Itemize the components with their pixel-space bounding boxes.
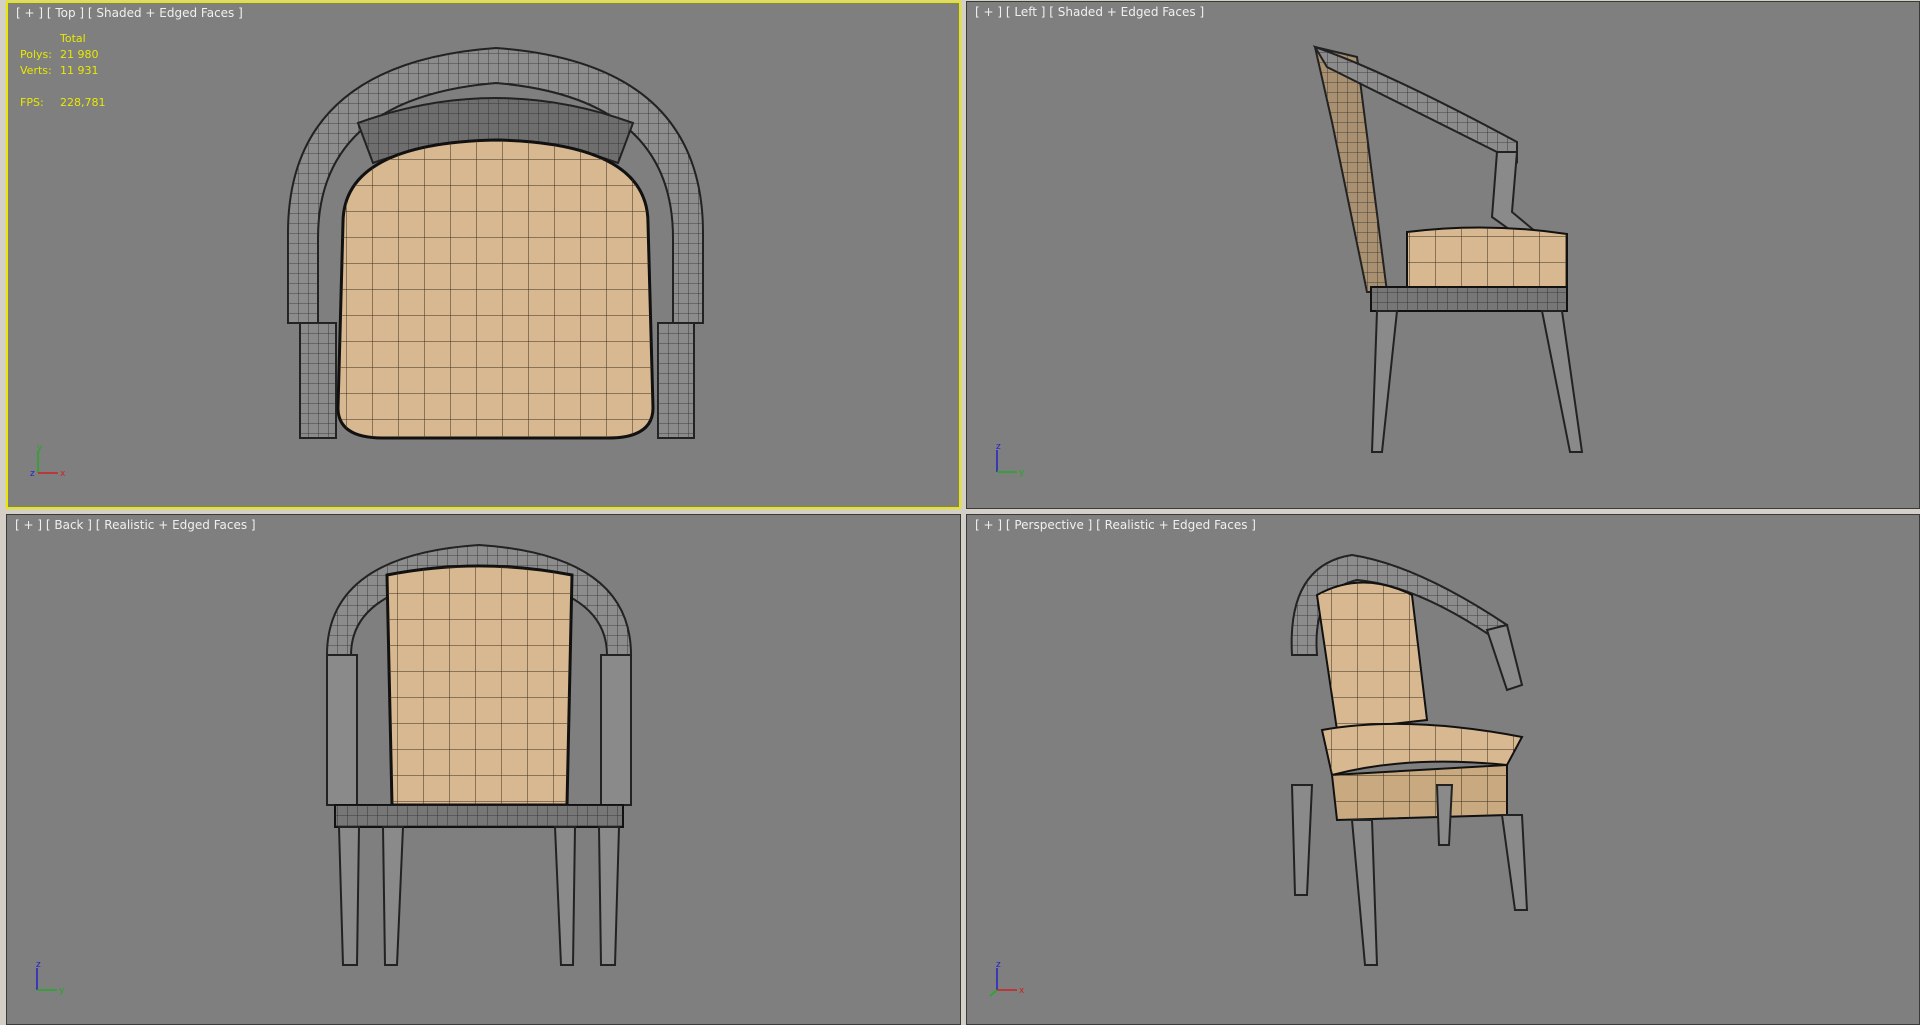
chair-model-left[interactable] bbox=[967, 2, 1920, 509]
axis-x-label: x bbox=[1019, 986, 1025, 996]
axis-x-label: x bbox=[60, 469, 66, 479]
viewport-left[interactable]: [ + ] [ Left ] [ Shaded + Edged Faces ] … bbox=[966, 1, 1920, 509]
chair-model-perspective[interactable] bbox=[967, 515, 1920, 1025]
axis-z-label: z bbox=[996, 442, 1001, 452]
axis-z-label: z bbox=[996, 960, 1001, 970]
axis-gizmo: z y bbox=[987, 442, 1027, 482]
axis-gizmo: z x bbox=[987, 960, 1027, 1000]
axis-gizmo: y x z bbox=[28, 443, 68, 483]
chair-model-top[interactable] bbox=[8, 3, 961, 509]
axis-z-label: z bbox=[30, 469, 35, 479]
viewport-perspective[interactable]: [ + ] [ Perspective ] [ Realistic + Edge… bbox=[966, 514, 1920, 1025]
axis-gizmo: z y bbox=[27, 960, 67, 1000]
chair-model-back[interactable] bbox=[7, 515, 961, 1025]
axis-y-label: y bbox=[37, 443, 43, 453]
viewport-top[interactable]: [ + ] [ Top ] [ Shaded + Edged Faces ] T… bbox=[6, 1, 961, 509]
axis-z-label: z bbox=[36, 960, 41, 970]
axis-y-label: y bbox=[59, 986, 65, 996]
axis-y-label: y bbox=[1019, 468, 1025, 478]
viewport-back[interactable]: [ + ] [ Back ] [ Realistic + Edged Faces… bbox=[6, 514, 961, 1025]
